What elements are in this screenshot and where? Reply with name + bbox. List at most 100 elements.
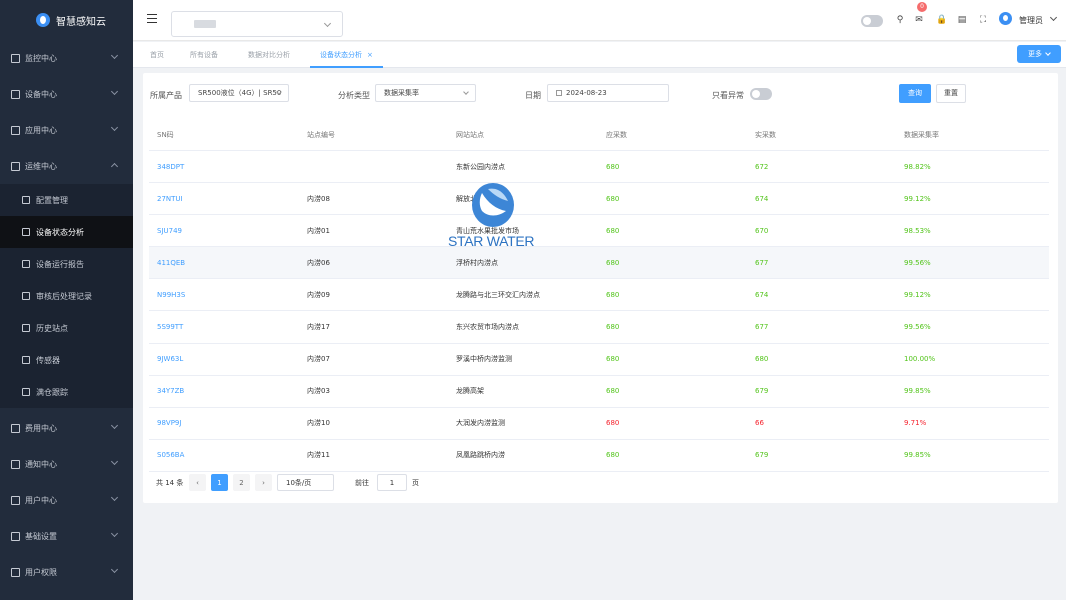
mail-icon[interactable]: ✉: [914, 15, 924, 25]
analysis-type-select[interactable]: 数据采集率: [375, 84, 476, 102]
sidebar-subitem-sensor[interactable]: 传感器: [0, 344, 133, 376]
header-site-name[interactable]: 网站站点: [456, 120, 484, 150]
tab-device-status[interactable]: 设备状态分析 ×: [310, 42, 383, 68]
chevron-down-icon[interactable]: [1049, 13, 1058, 22]
cell-rate: 100.00%: [904, 355, 936, 364]
product-select[interactable]: SR500液位（4G）| SR50: [189, 84, 289, 102]
sidebar-subitem-device-status[interactable]: 设备状态分析: [0, 216, 133, 248]
goto-page-input[interactable]: 1: [377, 474, 407, 491]
header-rate[interactable]: 数据采集率: [904, 120, 939, 150]
table-row[interactable]: 348DPT 东新公园内涝点 680 672 98.82%: [149, 151, 1049, 184]
cell-sn[interactable]: 348DPT: [157, 151, 184, 182]
table-row[interactable]: 98VP9J 内涝10 大润发内涝监测 680 66 9.71%: [149, 408, 1049, 440]
table-row[interactable]: 411QEB 内涝06 浮桥村内涝点 680 677 99.56%: [149, 247, 1049, 280]
cell-code: 内涝01: [307, 226, 330, 235]
header-expected[interactable]: 应采数: [606, 120, 627, 150]
date-value: 2024-08-23: [566, 89, 607, 97]
table-row[interactable]: SJU749 内涝01 青山荒水果批发市场 680 670 98.53%: [149, 215, 1049, 248]
sidebar-item-label: 用户权限: [25, 567, 57, 577]
chevron-down-icon: [110, 493, 119, 502]
cell-expected: 680: [606, 258, 620, 267]
tab-label: 首页: [150, 51, 164, 59]
sidebar-item-apps[interactable]: 应用中心: [0, 112, 133, 148]
sidebar-item-monitor[interactable]: 监控中心: [0, 40, 133, 76]
sidebar-item-label: 通知中心: [25, 459, 57, 469]
header-actual[interactable]: 实采数: [755, 120, 776, 150]
table-row[interactable]: 5S99TT 内涝17 东兴农贸市场内涝点 680 677 99.56%: [149, 311, 1049, 344]
chevron-down-icon: [110, 123, 119, 132]
abnormal-only-toggle[interactable]: [750, 88, 772, 100]
audit-icon: [22, 292, 30, 300]
app-root: 智慧感知云 监控中心 设备中心 应用中心 运维中心 配置管理 设备状态分析 设备…: [0, 0, 1066, 600]
sidebar-subitem-tracking[interactable]: 满仓跟踪: [0, 376, 133, 408]
query-button[interactable]: 查询: [899, 84, 931, 103]
tab-label: 设备状态分析: [320, 51, 362, 59]
theme-toggle[interactable]: [861, 15, 883, 27]
chevron-down-icon: [110, 565, 119, 574]
sidebar-item-permissions[interactable]: 用户权限: [0, 554, 133, 590]
sidebar-item-device[interactable]: 设备中心: [0, 76, 133, 112]
cell-site: 罗溪中桥内涝监测: [456, 355, 512, 364]
sidebar-item-ops[interactable]: 运维中心: [0, 148, 133, 184]
sidebar-subitem-label: 配置管理: [36, 195, 68, 205]
cell-code: 内涝03: [307, 387, 330, 396]
user-name[interactable]: 管理员: [1019, 15, 1043, 26]
menu-toggle-icon[interactable]: [147, 14, 157, 23]
tab-all-devices[interactable]: 所有设备: [190, 42, 218, 68]
cell-sn[interactable]: SJU749: [157, 215, 182, 246]
reset-button[interactable]: 重置: [936, 84, 966, 103]
sidebar-subitem-report[interactable]: 设备运行报告: [0, 248, 133, 280]
total-count: 共 14 条: [156, 478, 184, 487]
page-size-select[interactable]: 10条/页: [277, 474, 334, 491]
table-row[interactable]: N99H3S 内涝09 龙腾路与北三环交汇内涝点 680 674 99.12%: [149, 279, 1049, 312]
project-select[interactable]: [171, 11, 343, 37]
table-row[interactable]: 9JW63L 内涝07 罗溪中桥内涝监测 680 680 100.00%: [149, 344, 1049, 376]
table-row[interactable]: S056BA 内涝11 凤凰路跳桥内涝 680 679 99.85%: [149, 440, 1049, 472]
cell-sn[interactable]: 27NTUI: [157, 183, 183, 214]
cell-sn[interactable]: S056BA: [157, 440, 184, 471]
cell-actual: 677: [755, 323, 769, 332]
sidebar-subitem-audit[interactable]: 审核后处理记录: [0, 280, 133, 312]
cell-sn[interactable]: 9JW63L: [157, 344, 183, 375]
sidebar-item-user[interactable]: 用户中心: [0, 482, 133, 518]
watermark-text: STAR WATER: [448, 233, 535, 249]
cell-actual: 679: [755, 451, 769, 460]
monitor-icon: [11, 53, 20, 63]
avatar[interactable]: [999, 12, 1012, 25]
sidebar-item-settings[interactable]: 基础设置: [0, 518, 133, 554]
table-row[interactable]: 34Y7ZB 内涝03 龙腾高架 680 679 99.85%: [149, 376, 1049, 408]
sidebar-item-billing[interactable]: 费用中心: [0, 410, 133, 446]
cell-sn[interactable]: 5S99TT: [157, 311, 183, 342]
fullscreen-icon[interactable]: ⛶: [978, 15, 988, 25]
sidebar-item-notify[interactable]: 通知中心: [0, 446, 133, 482]
close-icon[interactable]: ×: [367, 51, 373, 59]
page-size-value: 10条/页: [286, 478, 312, 487]
billing-icon: [11, 423, 20, 433]
cell-sn[interactable]: 34Y7ZB: [157, 376, 184, 407]
cell-sn[interactable]: N99H3S: [157, 279, 185, 310]
cell-sn[interactable]: 98VP9J: [157, 408, 181, 439]
prev-page-button[interactable]: ‹: [189, 474, 206, 491]
layout-icon[interactable]: ▤: [957, 15, 967, 25]
lock-icon[interactable]: 🔒: [936, 15, 947, 25]
header-sn[interactable]: SN码: [157, 120, 174, 150]
pin-icon[interactable]: ⚲: [895, 15, 905, 25]
tab-home[interactable]: 首页: [150, 42, 164, 68]
cell-sn[interactable]: 411QEB: [157, 247, 185, 278]
next-page-button[interactable]: ›: [255, 474, 272, 491]
cell-expected: 680: [606, 387, 620, 396]
more-button[interactable]: 更多: [1017, 45, 1061, 63]
goto-suffix: 页: [412, 478, 419, 487]
page-1-button[interactable]: 1: [211, 474, 228, 491]
sidebar: 智慧感知云 监控中心 设备中心 应用中心 运维中心 配置管理 设备状态分析 设备…: [0, 0, 133, 600]
chevron-down-icon: [110, 87, 119, 96]
header-site-code[interactable]: 站点编号: [307, 120, 335, 150]
tab-data-compare[interactable]: 数据对比分析: [248, 42, 290, 68]
date-picker[interactable]: 2024-08-23: [547, 84, 669, 102]
cell-actual: 679: [755, 387, 769, 396]
page-2-button[interactable]: 2: [233, 474, 250, 491]
sidebar-subitem-history-sites[interactable]: 历史站点: [0, 312, 133, 344]
sidebar-subitem-config[interactable]: 配置管理: [0, 184, 133, 216]
table-row[interactable]: 27NTUI内涝08解放北路内涝点68067499.12%: [149, 183, 1049, 216]
chevron-down-icon: [110, 529, 119, 538]
